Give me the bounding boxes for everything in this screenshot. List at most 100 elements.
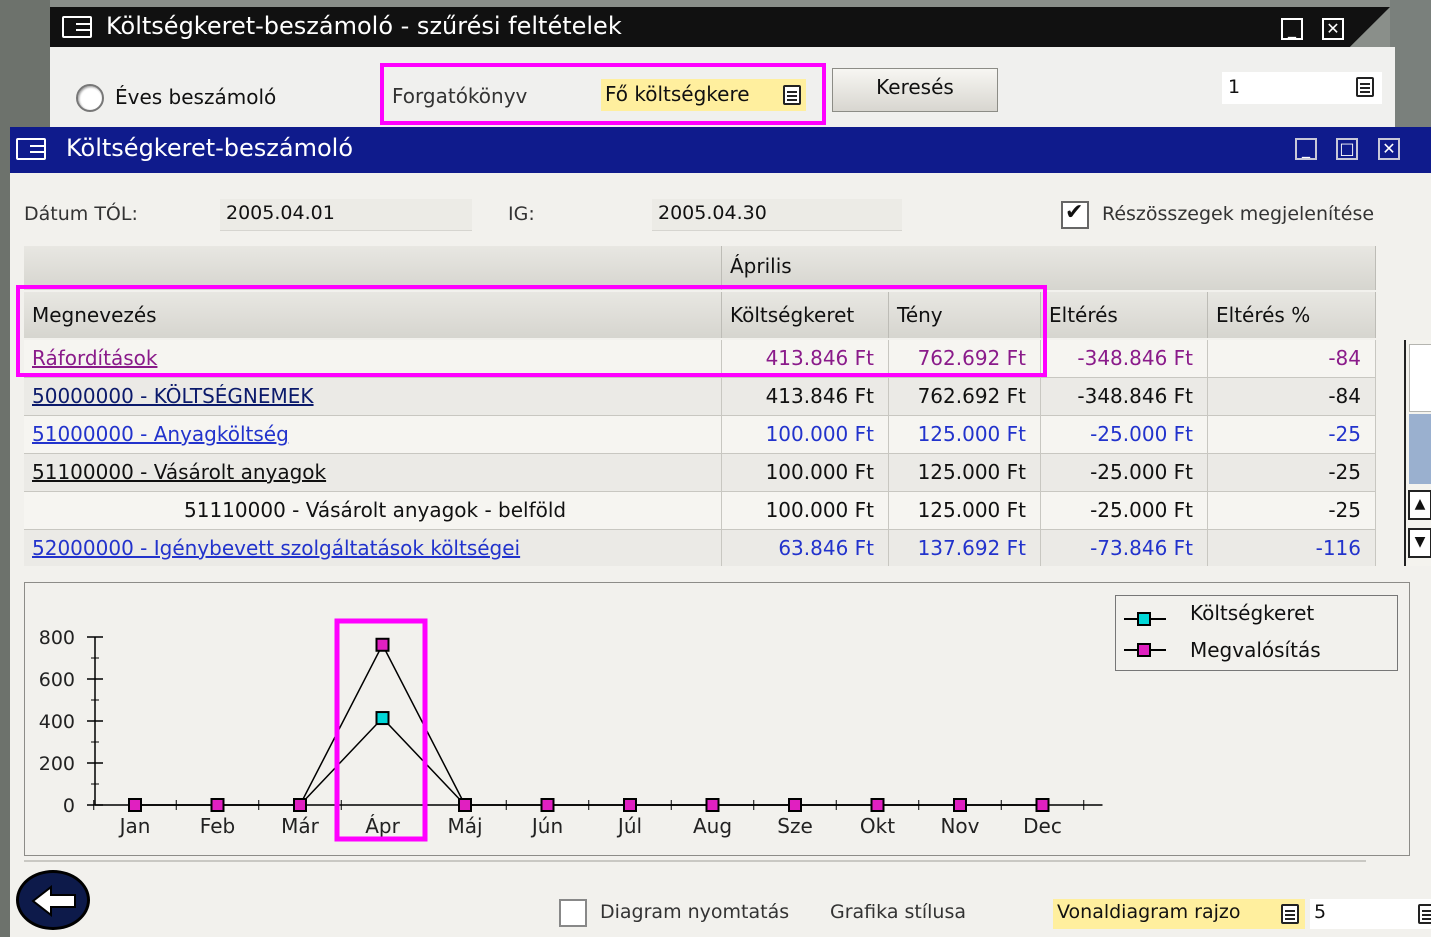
data-point bbox=[210, 798, 225, 812]
filter-window-title: Költségkeret-beszámoló - szűrési feltéte… bbox=[106, 12, 622, 40]
col-header-diff-pct[interactable]: Eltérés % bbox=[1208, 292, 1376, 338]
scenario-label: Forgatókönyv bbox=[392, 84, 528, 108]
row-diff: -73.846 Ft bbox=[1041, 530, 1208, 566]
date-to-field[interactable]: 2005.04.30 bbox=[652, 199, 902, 231]
chart-axes: 0 200 400 600 800 Jan Feb Már Ápr Máj Jún Júl Aug Sze… bbox=[39, 627, 1103, 838]
row-diff: -25.000 Ft bbox=[1041, 416, 1208, 454]
y-tick-label: 200 bbox=[39, 753, 75, 775]
row-diff-pct: -25 bbox=[1208, 492, 1376, 530]
table-row[interactable]: 52000000 - Igénybevett szolgáltatások kö… bbox=[24, 530, 1376, 566]
dropdown-icon[interactable] bbox=[1356, 77, 1374, 97]
x-tick-label: Jan bbox=[118, 814, 151, 838]
maximize-icon[interactable]: □ bbox=[1336, 138, 1358, 160]
row-diff-pct: -116 bbox=[1208, 530, 1376, 566]
x-tick-label: Már bbox=[281, 814, 320, 838]
row-budget: 413.846 Ft bbox=[722, 378, 889, 416]
row-diff: -348.846 Ft bbox=[1041, 340, 1208, 378]
row-budget: 100.000 Ft bbox=[722, 492, 889, 530]
data-point bbox=[623, 798, 637, 812]
x-tick-label: Aug bbox=[693, 814, 732, 838]
x-tick-label: Feb bbox=[200, 814, 235, 838]
data-point bbox=[540, 798, 555, 812]
highlight-budget-actual bbox=[16, 285, 1047, 377]
chart-style-select[interactable]: Vonaldiagram rajzo bbox=[1053, 899, 1305, 929]
data-point bbox=[870, 798, 885, 812]
count-field-value: 5 bbox=[1314, 901, 1327, 923]
close-icon[interactable]: ✕ bbox=[1378, 138, 1400, 160]
x-tick-label: Sze bbox=[777, 814, 813, 838]
row-budget: 100.000 Ft bbox=[722, 454, 889, 492]
number-field[interactable]: 1 bbox=[1222, 72, 1382, 104]
y-tick-label: 0 bbox=[63, 795, 75, 817]
table-row[interactable]: 50000000 - KÖLTSÉGNEMEK 413.846 Ft 762.6… bbox=[24, 378, 1376, 416]
legend-marker-actual bbox=[1137, 643, 1151, 657]
data-point bbox=[953, 798, 967, 812]
group-header-month: Április bbox=[722, 246, 1376, 290]
data-point bbox=[458, 798, 472, 812]
group-header-empty bbox=[24, 246, 722, 290]
row-budget: 100.000 Ft bbox=[722, 416, 889, 454]
row-name[interactable]: 51000000 - Anyagköltség bbox=[24, 416, 722, 454]
count-field[interactable]: 5 bbox=[1310, 899, 1431, 929]
x-tick-label: Máj bbox=[447, 814, 482, 838]
row-actual: 125.000 Ft bbox=[889, 416, 1041, 454]
dropdown-icon[interactable] bbox=[1281, 904, 1299, 924]
minimize-icon[interactable]: _ bbox=[1295, 138, 1317, 160]
data-point bbox=[128, 798, 142, 812]
dropdown-icon[interactable] bbox=[783, 85, 801, 105]
scroll-up-icon[interactable]: ▲ bbox=[1408, 490, 1431, 520]
scroll-down-icon[interactable]: ▼ bbox=[1408, 528, 1431, 558]
row-actual: 125.000 Ft bbox=[889, 454, 1041, 492]
subtotals-checkbox[interactable]: ✔ bbox=[1061, 200, 1089, 229]
divider bbox=[24, 860, 1366, 862]
x-tick-label: Jún bbox=[530, 814, 563, 838]
row-name[interactable]: 51100000 - Vásárolt anyagok bbox=[24, 454, 722, 492]
data-point bbox=[705, 798, 720, 812]
annual-report-radio[interactable] bbox=[76, 84, 104, 112]
x-tick-label: Ápr bbox=[365, 814, 400, 838]
back-arrow-icon bbox=[31, 885, 76, 917]
scenario-select[interactable]: Fő költségkere bbox=[601, 79, 806, 111]
table-row[interactable]: 51100000 - Vásárolt anyagok 100.000 Ft 1… bbox=[24, 454, 1376, 492]
chart-legend: Költségkeret Megvalósítás bbox=[1115, 595, 1398, 671]
search-button[interactable]: Keresés bbox=[832, 68, 998, 112]
window-menu-icon[interactable] bbox=[16, 138, 46, 160]
row-actual: 125.000 Ft bbox=[889, 492, 1041, 530]
series-line-0 bbox=[135, 716, 1043, 806]
desktop-background-right bbox=[1390, 0, 1431, 130]
scrollbar-track[interactable] bbox=[1409, 344, 1431, 412]
table-row[interactable]: 51000000 - Anyagköltség 100.000 Ft 125.0… bbox=[24, 416, 1376, 454]
date-from-label: Dátum TÓL: bbox=[24, 203, 138, 225]
report-window-title: Költségkeret-beszámoló bbox=[66, 134, 354, 162]
data-point bbox=[788, 798, 802, 812]
chart-style-value: Vonaldiagram rajzo bbox=[1057, 901, 1241, 923]
row-name[interactable]: 52000000 - Igénybevett szolgáltatások kö… bbox=[24, 530, 722, 566]
col-header-diff[interactable]: Eltérés bbox=[1041, 292, 1208, 338]
table-scrollbar[interactable]: ▲ ▼ bbox=[1404, 340, 1431, 566]
dropdown-icon[interactable] bbox=[1418, 904, 1431, 924]
table-row[interactable]: 51110000 - Vásárolt anyagok - belföld 10… bbox=[24, 492, 1376, 530]
row-diff: -25.000 Ft bbox=[1041, 454, 1208, 492]
x-tick-label: Okt bbox=[860, 814, 895, 838]
chart-series bbox=[128, 637, 1050, 812]
date-to-label: IG: bbox=[508, 203, 535, 225]
row-diff-pct: -84 bbox=[1208, 378, 1376, 416]
subtotals-label: Részösszegek megjelenítése bbox=[1102, 203, 1375, 225]
y-tick-label: 400 bbox=[39, 711, 75, 733]
row-actual: 762.692 Ft bbox=[889, 378, 1041, 416]
row-budget: 63.846 Ft bbox=[722, 530, 889, 566]
back-arrow-button[interactable] bbox=[16, 870, 90, 930]
date-from-field[interactable]: 2005.04.01 bbox=[220, 199, 472, 231]
row-diff-pct: -84 bbox=[1208, 340, 1376, 378]
x-tick-label: Dec bbox=[1023, 814, 1062, 838]
row-name[interactable]: 50000000 - KÖLTSÉGNEMEK bbox=[24, 378, 722, 416]
chart-panel: 0 200 400 600 800 Jan Feb Már Ápr Máj Jún Júl Aug Sze… bbox=[24, 582, 1410, 856]
row-name: 51110000 - Vásárolt anyagok - belföld bbox=[24, 492, 722, 530]
scrollbar-thumb[interactable] bbox=[1409, 414, 1431, 484]
window-menu-icon[interactable] bbox=[62, 16, 92, 38]
minimize-icon[interactable]: _ bbox=[1281, 18, 1303, 40]
check-icon: ✔ bbox=[1065, 200, 1084, 225]
print-diagram-checkbox[interactable] bbox=[559, 899, 587, 927]
close-icon[interactable]: ✕ bbox=[1322, 18, 1344, 40]
x-tick-label: Nov bbox=[940, 814, 979, 838]
